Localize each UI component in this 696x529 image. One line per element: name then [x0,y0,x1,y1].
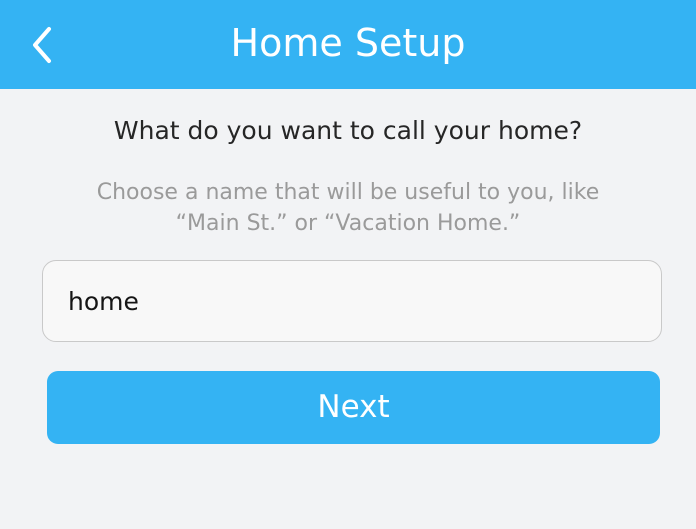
helper-line-2: “Main St.” or “Vacation Home.” [175,211,521,236]
page-title: Home Setup [230,21,466,65]
home-name-input[interactable] [42,260,662,342]
helper-line-1: Choose a name that will be useful to you… [96,180,600,205]
header: Home Setup [0,0,696,89]
home-name-helper-text: Choose a name that will be useful to you… [66,177,630,239]
home-name-question: What do you want to call your home? [113,116,583,145]
next-button[interactable]: Next [47,371,660,444]
